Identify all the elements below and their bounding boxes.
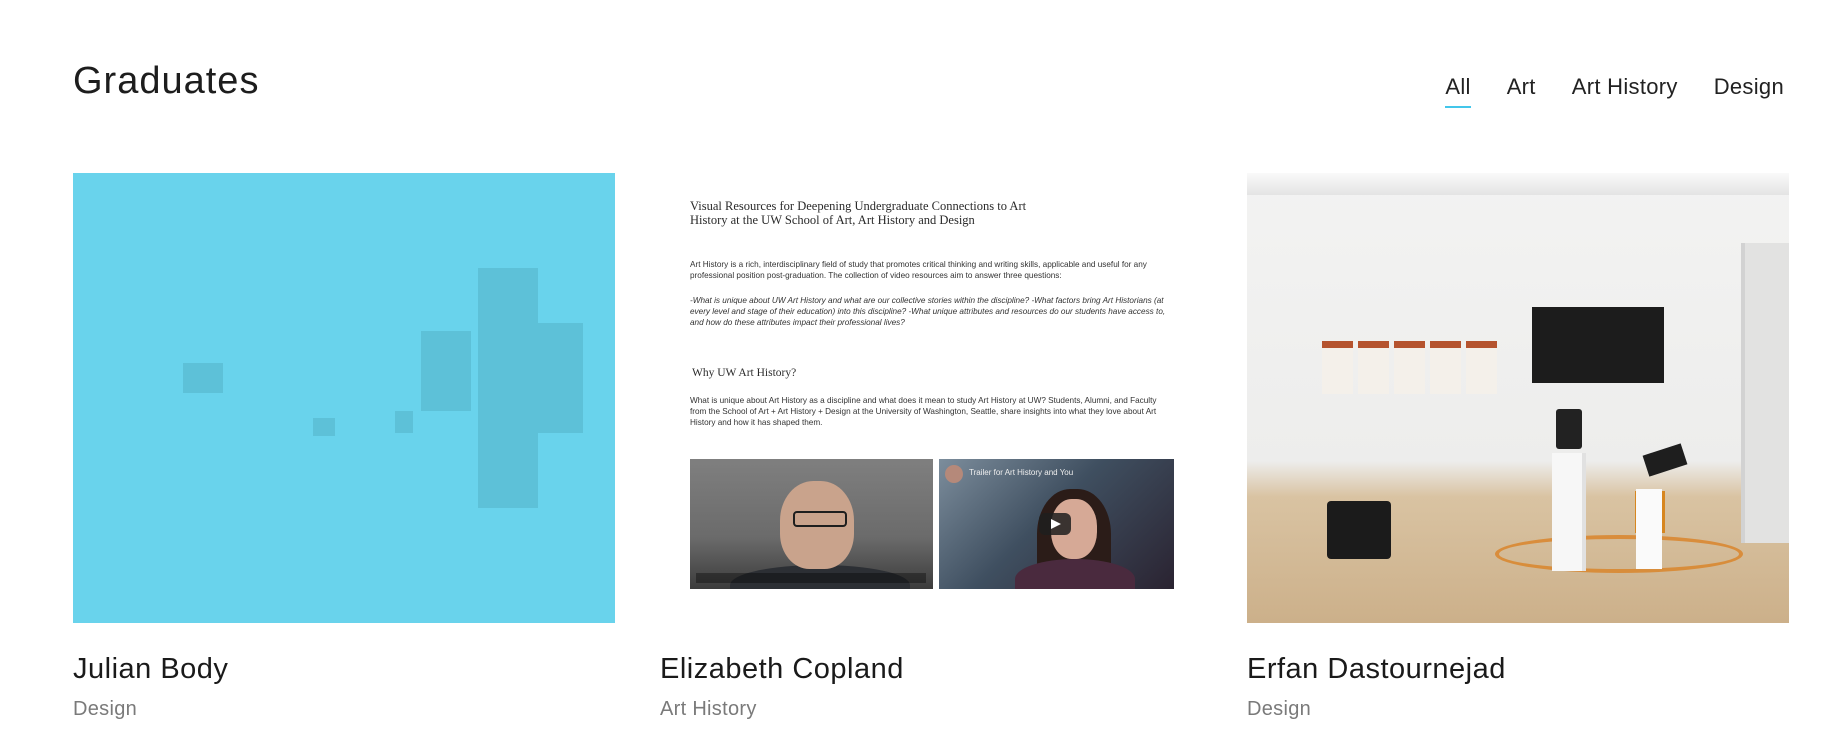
glasses-shape [793,511,847,527]
overlay-artwork-shape [538,323,583,433]
poster [1466,341,1497,394]
overlay-artwork-shape [395,411,413,433]
pedestal [1552,453,1586,571]
video-frame [690,459,933,589]
document-body: What is unique about Art History as a di… [690,396,1157,427]
channel-avatar [945,465,963,483]
overlay-artwork-shape [183,363,223,393]
category-filter-nav: All Art Art History Design [1445,74,1784,108]
document-heading: Why UW Art History? [692,367,797,379]
graduate-category: Design [1247,698,1312,720]
filter-design[interactable]: Design [1714,74,1784,108]
document-title: Visual Resources for Deepening Undergrad… [690,199,1027,227]
play-icon [1039,513,1071,535]
graduate-category: Art History [660,698,757,720]
document-questions: -What is unique about UW Art History and… [690,296,1166,327]
filter-all[interactable]: All [1445,74,1471,108]
filter-art[interactable]: Art [1507,74,1536,108]
wall-monitor [1532,307,1664,383]
document-intro: Art History is a rich, interdisciplinary… [690,260,1147,280]
graduate-card[interactable]: Erfan Dastournejad Design [1247,173,1789,721]
graduate-name[interactable]: Elizabeth Copland [660,653,1202,686]
poster [1430,341,1461,394]
person-silhouette [1015,559,1135,589]
doorway [1741,243,1789,543]
ceiling-molding [1247,173,1789,195]
video-frame: Trailer for Art History and You [939,459,1174,589]
overlay-artwork-shape [478,268,538,508]
poster [1394,341,1425,394]
video-controls-bar [696,573,926,583]
floor-tape-loop [1495,535,1743,573]
bench-object [1327,501,1391,559]
graduate-thumbnail[interactable] [1247,173,1789,623]
pedestal [1636,489,1662,569]
graduate-card[interactable]: Julian Body Design [73,173,615,721]
pedestal-object [1556,409,1582,449]
overlay-artwork-shape [313,418,335,436]
graduate-thumbnail[interactable] [73,173,615,623]
graduate-name[interactable]: Julian Body [73,653,615,686]
section-title: Graduates [73,60,260,102]
graduate-name[interactable]: Erfan Dastournejad [1247,653,1789,686]
graduate-thumbnail[interactable]: Visual Resources for Deepening Undergrad… [660,173,1202,623]
poster [1358,341,1389,394]
graduate-category: Design [73,698,138,720]
graduate-card[interactable]: Visual Resources for Deepening Undergrad… [660,173,1202,721]
overlay-artwork-shape [421,331,471,411]
graduates-page: Graduates All Art Art History Design Jul… [0,0,1846,742]
video-title: Trailer for Art History and You [969,468,1074,477]
pedestal-object [1642,443,1688,477]
filter-art-history[interactable]: Art History [1572,74,1678,108]
poster [1322,341,1353,394]
